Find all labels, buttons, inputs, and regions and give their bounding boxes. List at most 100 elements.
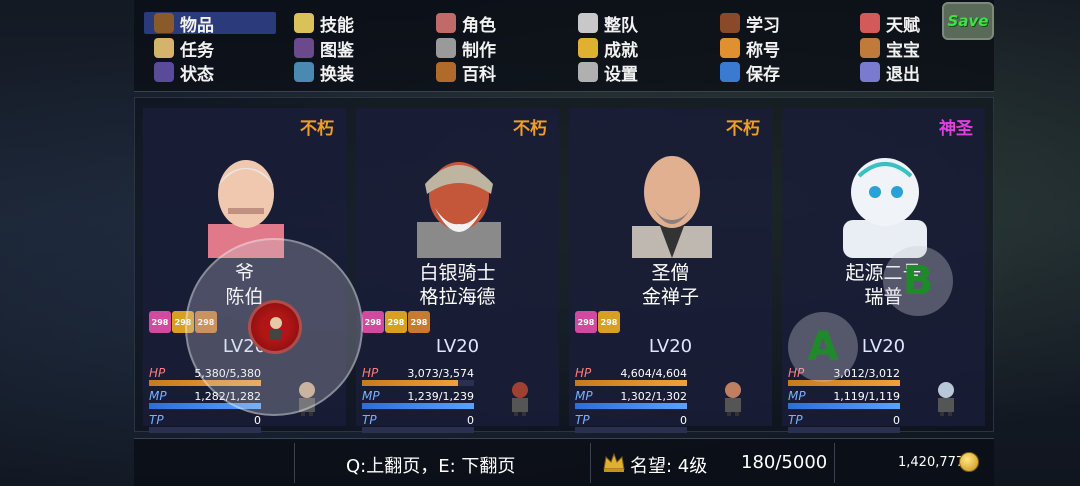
buff-badge-icon: 298 [598,311,620,333]
menu-item-outfit[interactable]: 换装 [284,61,354,85]
menu-item-trophy[interactable]: 成就 [568,37,638,61]
menu-item-album[interactable]: 图鉴 [284,37,354,61]
hp-bar [362,380,474,386]
hp-bar-fill [362,380,459,386]
status-icon [154,62,174,82]
menu-item-label: 宝宝 [886,40,920,61]
tp-value: 0 [680,414,687,427]
menu-item-label: 任务 [180,40,214,61]
character-title: 圣僧 [651,262,690,284]
b-button[interactable]: B [883,246,953,316]
party-member-card[interactable]: 不朽 圣僧 金禅子 298 298 LV20 HP 4,604/4,604 MP 1,302/1,… [569,108,772,433]
menu-item-label: 成就 [604,40,638,61]
tp-value: 0 [893,414,900,427]
hp-label: HP [149,366,166,380]
scroll-icon [154,38,174,58]
lightning-icon [294,13,314,33]
mp-gauge: MP 1,119/1,119 [788,389,900,409]
menu-item-anvil[interactable]: 制作 [426,37,496,61]
menu-item-exit[interactable]: 退出 [850,61,920,85]
divider [834,443,835,483]
mp-label: MP [575,389,593,403]
buff-badge-icon: 298 [408,311,430,333]
menu-item-book[interactable]: 学习 [710,12,780,36]
rarity-tier: 神圣 [939,119,973,139]
knight-portrait [411,146,507,258]
rarity-tier: 不朽 [300,119,334,139]
main-menu: 物品 技能 角色 整队 学习 天赋任务 图鉴 制作 成就 称号 宝宝状态 换装 百科 设置 保存 退出 [134,0,994,92]
mp-bar-fill [788,403,900,409]
gear-icon [578,62,598,82]
party-member-card[interactable]: 不朽 白银骑士 格拉海德 298 298 298 LV20 HP 3,073/3,574 MP 1,… [356,108,559,433]
a-button[interactable]: A [788,312,858,382]
menu-item-label: 设置 [604,64,638,85]
tp-bar [788,427,900,433]
menu-item-label: 制作 [462,40,496,61]
gold-amount: 1,420,777 [898,455,965,470]
fame-label: 名望: 4级 [630,456,708,477]
menu-item-mask[interactable]: 角色 [426,12,496,36]
character-sprite-icon [725,382,741,416]
hp-label: HP [575,366,592,380]
tp-bar [362,427,474,433]
mask-icon [436,13,456,33]
mp-bar-fill [362,403,474,409]
character-title: 白银骑士 [419,262,496,284]
divider [590,443,591,483]
menu-item-label: 角色 [462,15,496,36]
menu-item-label: 换装 [320,64,354,85]
save-button[interactable]: Save [942,2,994,40]
level-label: LV20 [648,336,693,357]
menu-item-bag[interactable]: 物品 [144,12,276,36]
bag-icon [154,13,174,33]
mp-value: 1,239/1,239 [407,390,474,403]
exit-icon [860,62,880,82]
menu-item-encyclopedia[interactable]: 百科 [426,61,496,85]
tp-value: 0 [467,414,474,427]
mp-label: MP [149,389,167,403]
buff-badge-icon: 298 [362,311,384,333]
mp-bar [788,403,900,409]
tp-gauge: TP 0 [788,413,900,433]
player-sprite-icon [270,317,282,339]
anvil-icon [436,38,456,58]
status-badges: 298 298 [575,311,620,333]
buff-badge-icon: 298 [149,311,171,333]
mp-gauge: MP 1,239/1,239 [362,389,474,409]
menu-item-medal[interactable]: 称号 [710,37,780,61]
menu-item-label: 状态 [180,64,214,85]
menu-item-label: 技能 [320,15,354,36]
bottom-bar: Q:上翻页，E: 下翻页 名望: 4级 180/5000 1,420,777 [134,438,994,486]
tp-label: TP [362,413,377,427]
menu-item-flag[interactable]: 整队 [568,12,638,36]
hp-value: 3,073/3,574 [407,367,474,380]
mp-gauge: MP 1,302/1,302 [575,389,687,409]
menu-item-scroll[interactable]: 任务 [144,37,214,61]
outfit-icon [294,62,314,82]
menu-item-label: 物品 [180,15,214,36]
tp-gauge: TP 0 [362,413,474,433]
tp-label: TP [149,413,164,427]
menu-item-lightning[interactable]: 技能 [284,12,354,36]
tp-bar [149,427,261,433]
tp-gauge: TP 0 [575,413,687,433]
menu-item-status[interactable]: 状态 [144,61,214,85]
menu-item-gear[interactable]: 设置 [568,61,638,85]
menu-item-pet[interactable]: 宝宝 [850,37,920,61]
book-icon [720,13,740,33]
status-badges: 298 298 298 [362,311,430,333]
pet-icon [860,38,880,58]
menu-item-label: 保存 [746,64,780,85]
medal-icon [720,38,740,58]
trophy-icon [578,38,598,58]
mp-label: MP [788,389,806,403]
hp-bar-fill [788,380,900,386]
monk-portrait [624,146,720,258]
menu-item-talent[interactable]: 天赋 [850,12,920,36]
hp-bar [788,380,900,386]
mp-bar [362,403,474,409]
hp-label: HP [362,366,379,380]
menu-item-floppy[interactable]: 保存 [710,61,780,85]
menu-item-label: 天赋 [886,15,920,36]
tp-bar [575,427,687,433]
